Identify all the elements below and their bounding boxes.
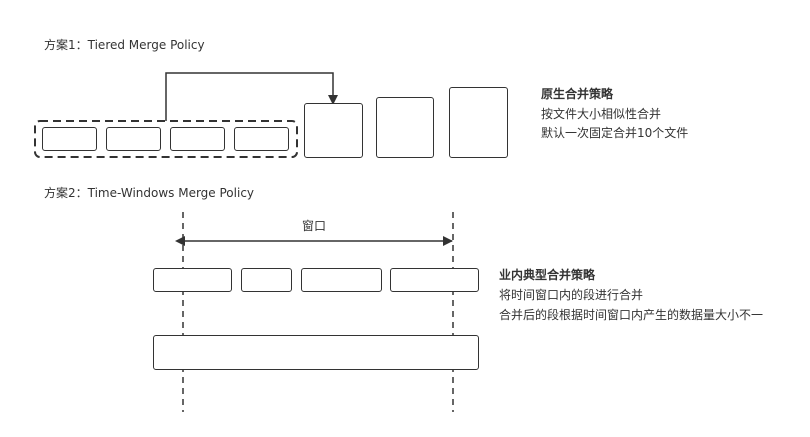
scheme1-note-title: 原生合并策略 <box>541 87 614 101</box>
scheme2-title: 方案2：Time-Windows Merge Policy <box>44 186 255 200</box>
small-segment <box>170 127 225 151</box>
time-segment <box>390 268 479 292</box>
time-segment <box>153 268 232 292</box>
scheme2-note-title: 业内典型合并策略 <box>499 268 596 282</box>
merged-segment <box>304 103 363 158</box>
small-segment <box>234 127 289 151</box>
large-segment <box>449 87 508 158</box>
scheme2-note-line: 合并后的段根据时间窗口内产生的数据量大小不一 <box>499 308 764 322</box>
scheme1-connectors <box>34 72 454 412</box>
scheme1-note-line: 默认一次固定合并10个文件 <box>541 126 689 140</box>
window-label: 窗口 <box>302 219 327 233</box>
scheme1-note-line: 按文件大小相似性合并 <box>541 107 662 121</box>
large-segment <box>376 97 434 158</box>
time-segment <box>301 268 382 292</box>
time-segment <box>241 268 292 292</box>
small-segment <box>42 127 97 151</box>
merged-time-segment <box>153 335 479 370</box>
small-segment <box>106 127 161 151</box>
scheme2-note-line: 将时间窗口内的段进行合并 <box>499 288 644 302</box>
